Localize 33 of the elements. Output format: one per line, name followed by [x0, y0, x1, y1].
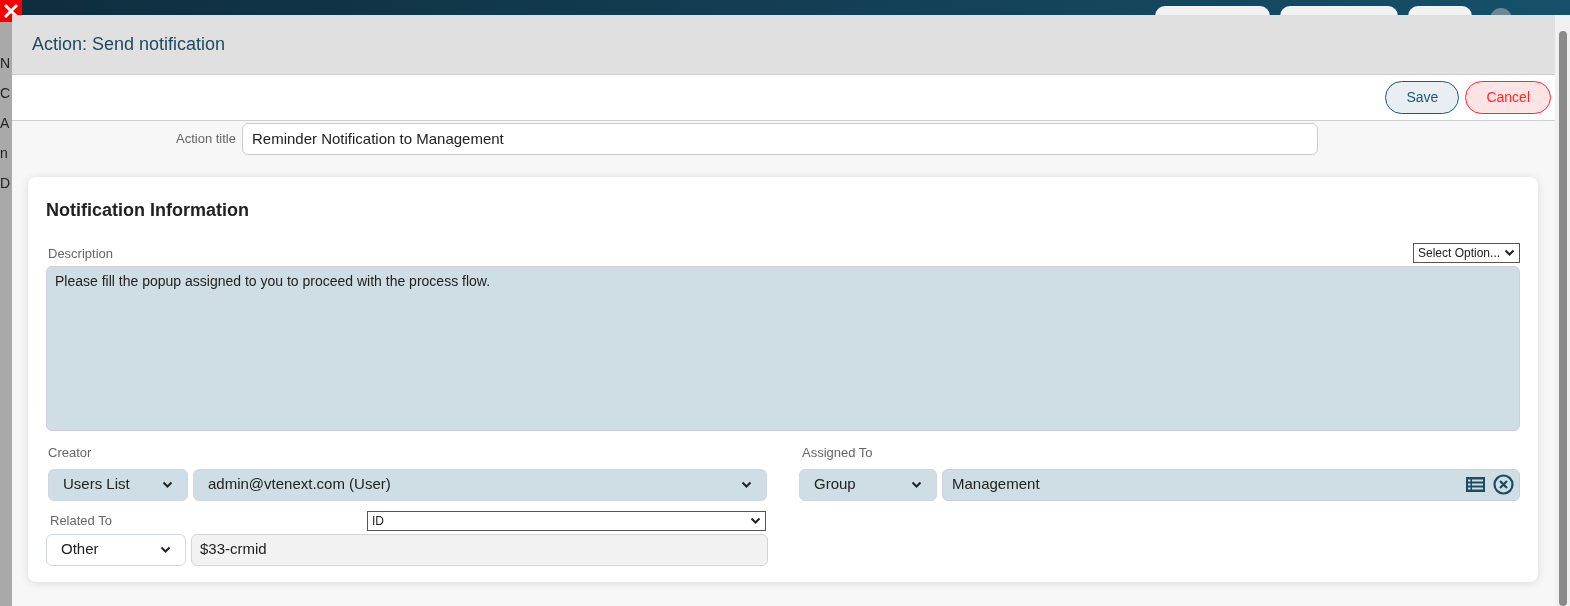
list-icon[interactable]: [1466, 477, 1485, 492]
field-label: Action title: [176, 130, 236, 148]
related-to-field[interactable]: $33-crmid: [191, 533, 768, 566]
background-label: n: [0, 145, 9, 161]
type-select[interactable]: Group: [799, 468, 937, 501]
background-label: C: [0, 85, 12, 101]
background-label: D: [0, 175, 12, 191]
field-select[interactable]: ID: [367, 510, 766, 531]
field-value: Management: [952, 474, 1040, 495]
chevron-down-icon: [162, 480, 173, 489]
save-button[interactable]: Save: [1385, 81, 1460, 114]
option-select[interactable]: Select Option...: [1413, 243, 1520, 263]
chevron-down-icon: [160, 545, 171, 554]
chevron-down-icon: [741, 480, 752, 489]
dialog-title: Action: Send notification: [32, 33, 226, 56]
field-label: Creator: [47, 444, 93, 462]
creator-select[interactable]: admin@vtenext.com (User): [193, 468, 767, 501]
scrollbar-thumb[interactable]: [1558, 31, 1567, 606]
clear-icon[interactable]: [1493, 474, 1514, 495]
field-label: Description: [47, 244, 114, 263]
type-select[interactable]: Other: [46, 533, 186, 566]
assigned-to-field[interactable]: Management: [942, 468, 1520, 501]
type-select[interactable]: Users List: [48, 468, 188, 501]
background-label: A: [0, 115, 11, 131]
chevron-down-icon: [750, 516, 761, 525]
action-title-field[interactable]: Reminder Notification to Management: [242, 123, 1318, 155]
background-label: N: [0, 55, 12, 71]
chevron-down-icon: [1504, 249, 1515, 257]
description-field[interactable]: Please fill the popup assigned to you to proceed with the process flow.: [46, 266, 1520, 431]
chevron-down-icon: [911, 480, 922, 489]
section-title: Notification Information: [46, 199, 250, 221]
field-label: Assigned To: [801, 444, 874, 462]
field-label: Related To: [49, 511, 112, 530]
